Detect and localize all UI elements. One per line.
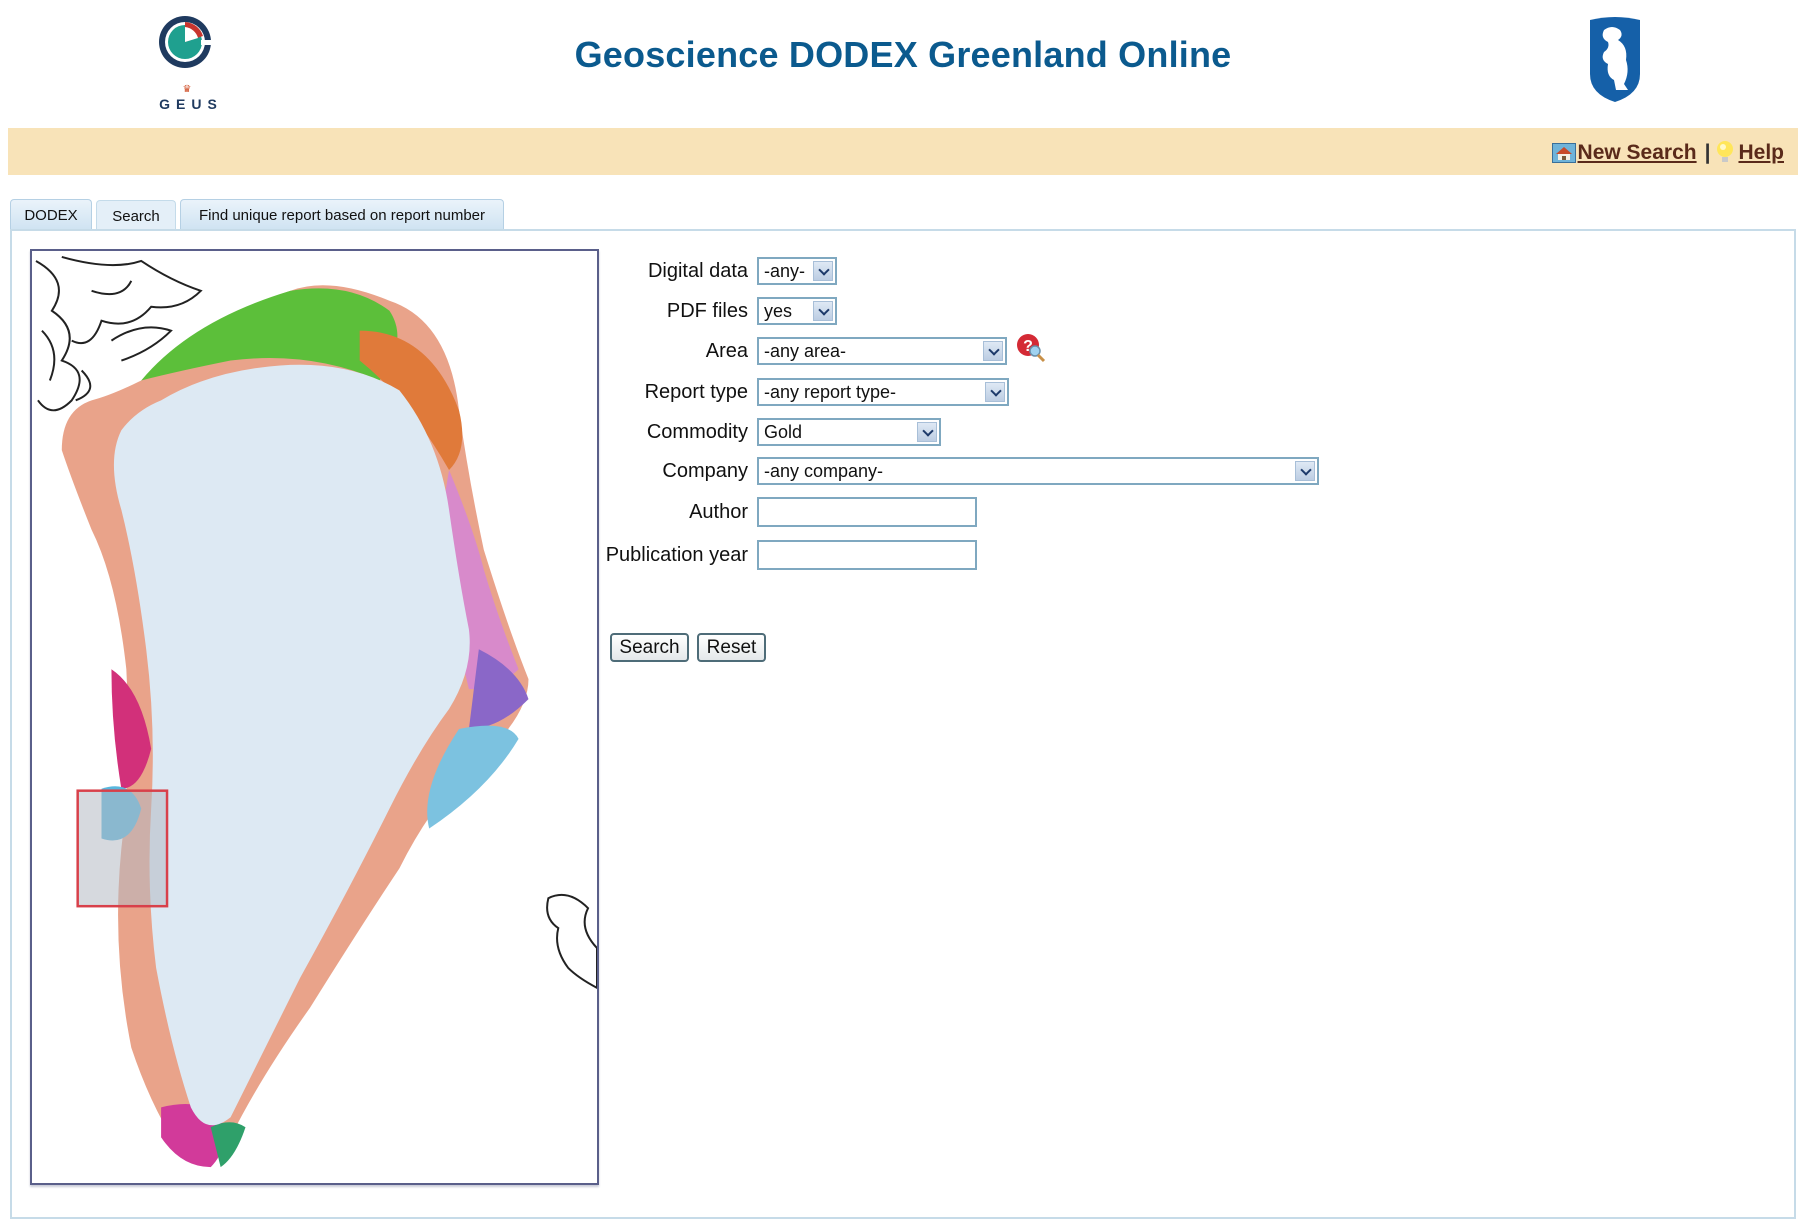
area-label: Area: [705, 339, 748, 362]
digital-data-select[interactable]: -any-: [757, 257, 837, 285]
geus-logo-icon: [159, 16, 213, 68]
chevron-down-icon[interactable]: [985, 382, 1005, 402]
report-type-value: -any report type-: [764, 382, 897, 402]
help-link[interactable]: Help: [1738, 141, 1784, 165]
chevron-down-icon[interactable]: [1295, 461, 1315, 481]
area-help-search-icon[interactable]: ?: [1016, 333, 1046, 363]
author-input[interactable]: [757, 497, 977, 527]
area-select[interactable]: -any area-: [757, 337, 1007, 365]
chevron-down-icon[interactable]: [813, 261, 833, 281]
form-row-pdf-files: PDF files yes: [598, 296, 837, 326]
company-select[interactable]: -any company-: [757, 457, 1319, 485]
crown-icon: ♛: [182, 84, 192, 95]
report-type-label: Report type: [644, 380, 748, 403]
reset-button[interactable]: Reset: [697, 633, 766, 662]
area-value: -any area-: [764, 341, 847, 361]
form-row-publication-year: Publication year: [598, 540, 977, 570]
pdf-files-label: PDF files: [666, 299, 748, 322]
commodity-value: Gold: [764, 422, 803, 442]
digital-data-value: -any-: [764, 261, 806, 281]
page-header: ♛ GEUS Geoscience DODEX Greenland Online: [0, 0, 1806, 125]
publication-year-label: Publication year: [605, 543, 748, 566]
chevron-down-icon[interactable]: [813, 301, 833, 321]
greenland-geology-map: [35, 256, 597, 1168]
pdf-files-select[interactable]: yes: [757, 297, 837, 325]
geus-logo[interactable]: ♛ GEUS: [148, 14, 228, 112]
author-label: Author: [689, 500, 748, 523]
tab-find-report-by-number[interactable]: Find unique report based on report numbe…: [180, 199, 504, 230]
search-button[interactable]: Search: [610, 633, 689, 662]
home-icon[interactable]: [1551, 143, 1576, 163]
new-search-link[interactable]: New Search: [1578, 141, 1697, 165]
greenland-map[interactable]: [30, 249, 599, 1185]
form-row-report-type: Report type -any report type-: [598, 377, 1009, 407]
tab-bar: DODEX Search Find unique report based on…: [10, 199, 508, 231]
publication-year-input[interactable]: [757, 540, 977, 570]
form-row-author: Author: [598, 497, 977, 527]
form-row-commodity: Commodity Gold: [598, 417, 941, 447]
iceland-coastline: [546, 893, 597, 989]
link-separator: |: [1704, 141, 1711, 164]
lightbulb-icon[interactable]: [1716, 140, 1734, 166]
greenland-crest-icon[interactable]: [1586, 14, 1644, 102]
report-type-select[interactable]: -any report type-: [757, 378, 1009, 406]
tab-dodex[interactable]: DODEX: [10, 199, 92, 230]
digital-data-label: Digital data: [647, 259, 748, 282]
map-selection-box: [76, 789, 169, 908]
form-row-digital-data: Digital data -any-: [598, 256, 837, 286]
geus-wordmark: GEUS: [159, 96, 223, 112]
banner-links: New Search | Help: [1551, 140, 1784, 166]
pdf-files-value: yes: [764, 301, 793, 321]
commodity-select[interactable]: Gold: [757, 418, 941, 446]
commodity-label: Commodity: [646, 420, 748, 443]
company-label: Company: [662, 459, 748, 482]
tab-search[interactable]: Search: [96, 200, 176, 231]
top-banner: New Search | Help: [8, 128, 1798, 175]
form-row-company: Company -any company-: [598, 456, 1319, 486]
company-value: -any company-: [764, 461, 884, 481]
chevron-down-icon[interactable]: [983, 341, 1003, 361]
chevron-down-icon[interactable]: [917, 422, 937, 442]
site-title: Geoscience DODEX Greenland Online: [574, 34, 1232, 75]
form-row-area: Area -any area-: [598, 336, 1007, 366]
